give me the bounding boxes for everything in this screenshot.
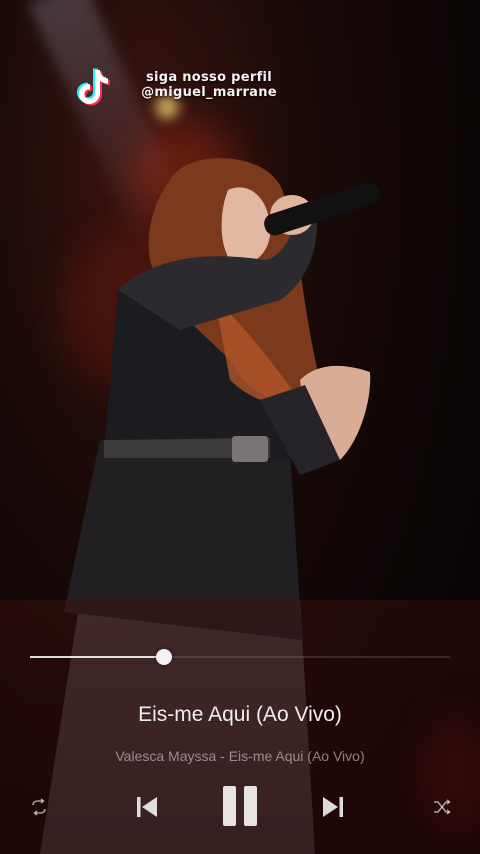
watermark-line-1: siga nosso perfil	[145, 70, 273, 85]
seek-thumb[interactable]	[156, 649, 173, 665]
repeat-icon	[32, 798, 46, 816]
play-pause-button[interactable]	[219, 783, 261, 829]
watermark-handle: @miguel_marrane	[141, 85, 277, 100]
previous-track-button[interactable]	[132, 792, 162, 822]
song-artist-album: Valesca Mayssa - Eis-me Aqui (Ao Vivo)	[115, 748, 365, 764]
video-background: siga nosso perfil @miguel_marrane Eis-me…	[0, 0, 480, 854]
repeat-button[interactable]	[27, 795, 51, 819]
pause-icon	[223, 786, 257, 826]
seek-progress	[30, 656, 165, 658]
skip-previous-icon	[137, 797, 157, 817]
tiktok-logo-icon	[77, 68, 110, 106]
shuffle-icon	[434, 799, 451, 815]
next-track-button[interactable]	[318, 792, 348, 822]
watermark-text: siga nosso perfil @miguel_marrane	[124, 70, 294, 100]
skip-next-icon	[323, 797, 343, 817]
song-title: Eis-me Aqui (Ao Vivo)	[138, 703, 342, 726]
shuffle-button[interactable]	[430, 795, 454, 819]
seek-bar[interactable]	[30, 649, 450, 665]
